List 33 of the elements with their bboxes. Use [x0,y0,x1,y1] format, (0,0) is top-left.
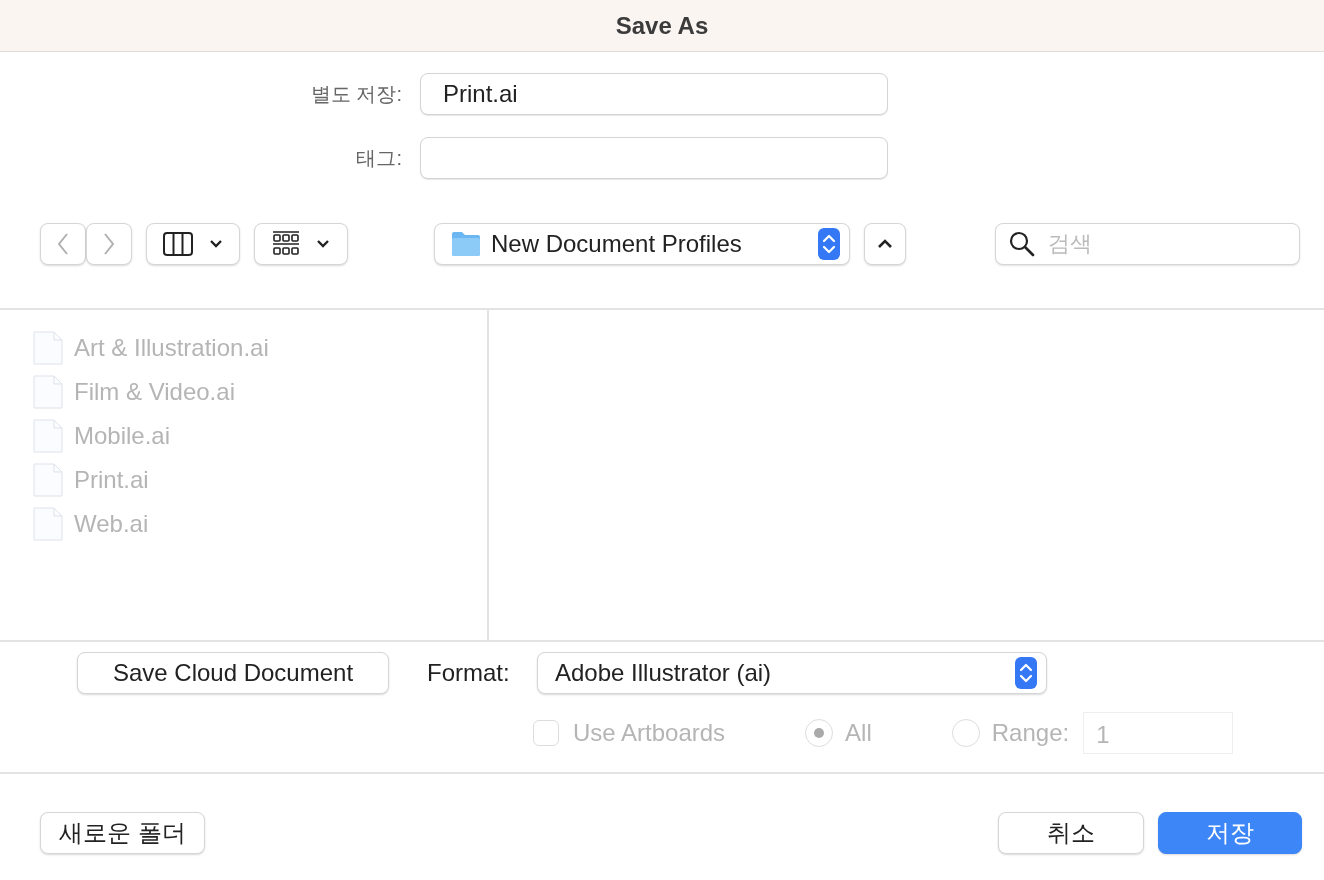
input-field[interactable] [420,137,888,179]
range-field[interactable]: 1 [1083,712,1234,754]
field-label: 태그: [355,145,403,171]
format-popup[interactable]: Adobe Illustrator (ai) [537,652,1047,694]
radio-label: Range: [991,719,1070,747]
format-label: Format: [427,659,511,687]
field-label: 별도 저장: [309,81,403,107]
checkbox-label: Use Artboards [573,719,726,747]
window-title: Save As [615,11,709,40]
chevron-left-icon [56,232,70,256]
save-button[interactable]: 저장 [1158,812,1302,854]
cancel-button[interactable]: 취소 [998,812,1144,854]
input-field[interactable]: Print.ai [420,73,888,115]
group-view-button[interactable] [254,223,348,265]
columns-icon [163,232,193,256]
save-cloud-document-button[interactable]: Save Cloud Document [77,652,389,694]
document-icon [32,419,64,453]
column-view-button[interactable] [146,223,240,265]
location-popup[interactable]: New Document Profiles [434,223,850,265]
document-icon [32,331,64,365]
folder-icon [451,231,481,257]
document-icon [32,507,64,541]
up-button[interactable] [864,223,906,265]
radio-label: All [845,719,872,747]
chevron-right-icon [102,232,116,256]
search-icon [1009,231,1035,257]
new-folder-button[interactable]: 새로운 폴더 [40,812,205,854]
document-icon [32,375,64,409]
grid-icon [272,230,300,258]
caret-icon [316,239,330,249]
chevron-up-icon [877,238,893,250]
search-field[interactable]: 검색 [995,223,1300,265]
document-icon [32,463,64,497]
